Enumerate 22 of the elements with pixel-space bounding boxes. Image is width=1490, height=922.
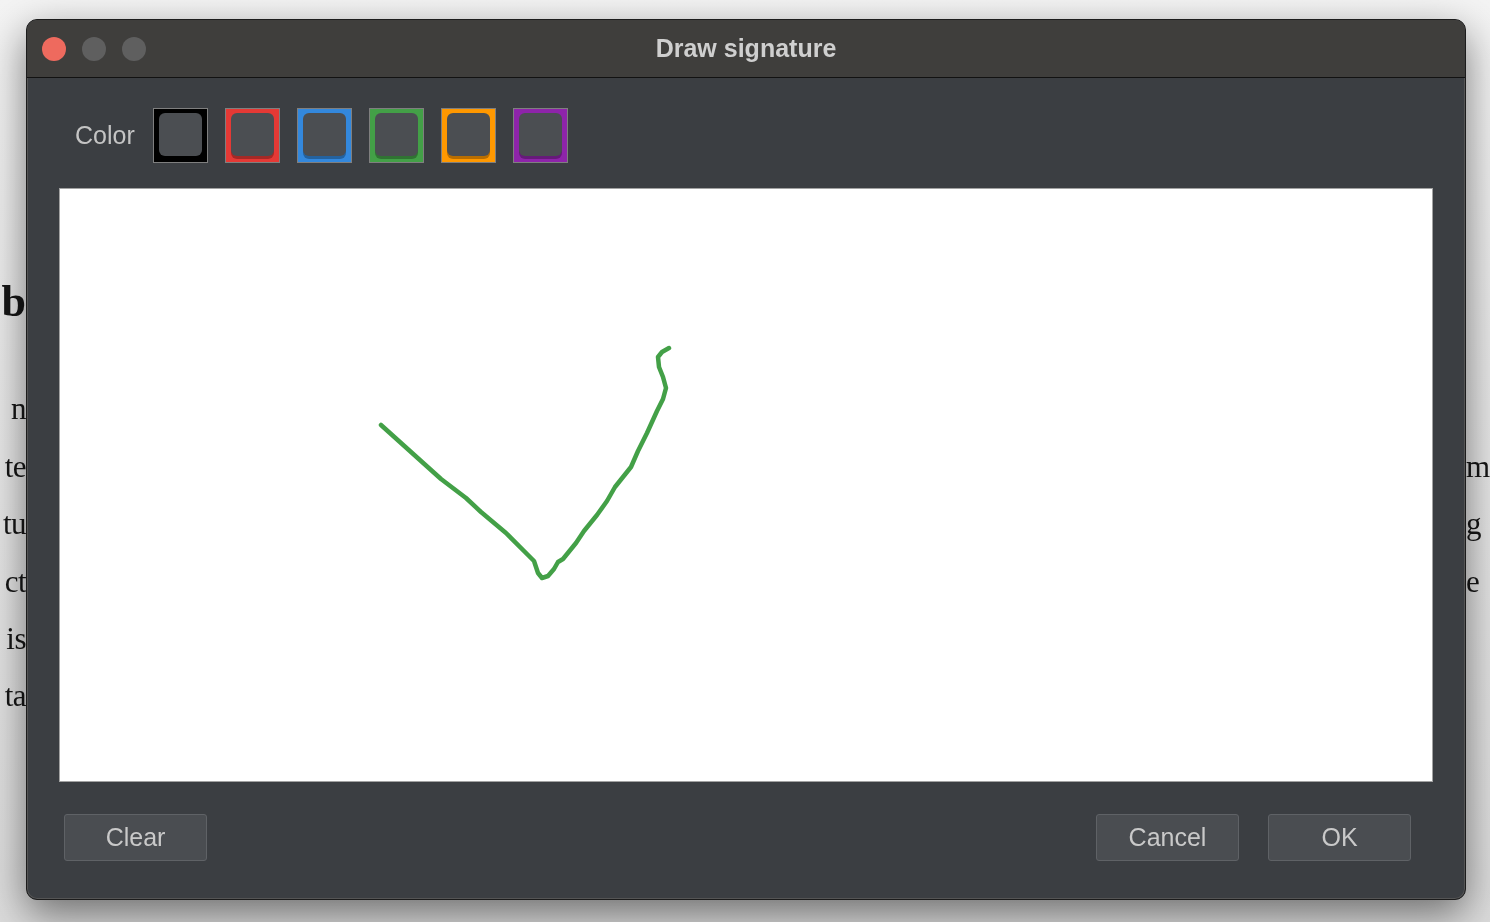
color-label: Color [75,121,135,150]
window-title: Draw signature [655,34,837,63]
document-text: te [4,450,26,484]
document-text: ct [4,565,26,599]
color-swatch[interactable] [368,108,424,163]
document-text: g [1466,508,1481,541]
color-swatch[interactable] [296,108,352,163]
dialog-button[interactable]: Cancel [1096,814,1239,861]
document-text: m [1466,450,1490,484]
close-button[interactable] [42,36,66,61]
document-text: ta [4,680,26,713]
color-swatch[interactable] [224,108,280,163]
document-heading: b [1,280,26,324]
document-text: tu [2,508,26,541]
document-text: e [1466,565,1480,599]
color-swatch[interactable] [440,108,496,163]
document-text: is [6,623,26,656]
dialog-button[interactable]: OK [1268,814,1411,861]
color-swatch[interactable] [512,108,568,163]
dialog-button[interactable]: Clear [64,814,207,861]
document-text: n [11,393,26,426]
color-swatch[interactable] [152,108,208,163]
